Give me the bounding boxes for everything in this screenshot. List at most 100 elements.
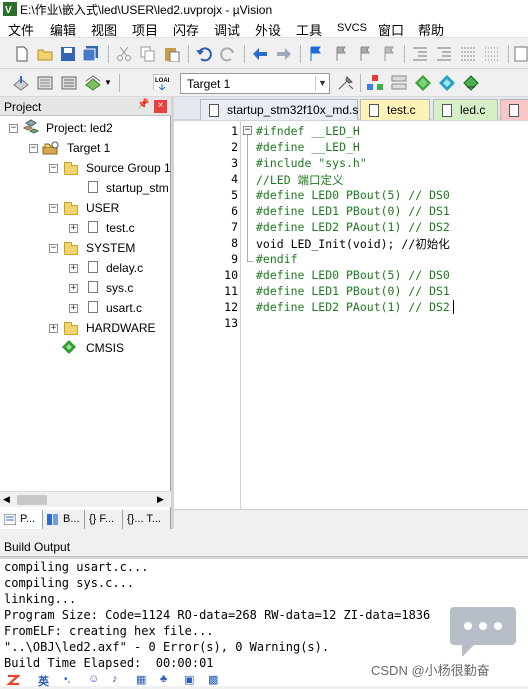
find-file-icon[interactable] (514, 46, 528, 62)
tab-led-h[interactable] (500, 99, 528, 120)
tree-file-startup[interactable]: startup_stm (106, 181, 168, 195)
save-icon[interactable] (60, 46, 76, 62)
editor-hscrollbar[interactable] (174, 509, 528, 529)
emoji-icon[interactable]: ☺ (88, 673, 99, 685)
nav-forward-icon[interactable] (276, 46, 292, 62)
save-all-icon[interactable] (83, 46, 99, 62)
collapse-icon[interactable]: − (49, 204, 58, 213)
new-file-icon[interactable] (14, 46, 30, 62)
open-folder-icon[interactable] (37, 46, 53, 62)
build-icon[interactable] (37, 75, 53, 91)
code-line[interactable]: #define __LED_H (256, 140, 360, 154)
comment-icon[interactable] (460, 46, 476, 62)
tab-startup-file[interactable]: startup_stm32f10x_md.s (200, 99, 358, 120)
tree-group-user[interactable]: USER (86, 201, 119, 215)
tree-group-source[interactable]: Source Group 1 (86, 161, 171, 175)
tree-target[interactable]: Target 1 (67, 141, 110, 155)
close-icon[interactable]: × (154, 100, 167, 113)
menu-help[interactable]: 帮助 (418, 20, 444, 39)
manage-project-items-icon[interactable] (391, 75, 407, 91)
tab-test-c[interactable]: test.c (360, 99, 430, 120)
menu-file[interactable]: 文件 (8, 20, 34, 39)
collapse-icon[interactable]: − (49, 244, 58, 253)
pin-icon[interactable]: 📌 (137, 99, 149, 110)
tree-group-system[interactable]: SYSTEM (86, 241, 135, 255)
fold-toggle-icon[interactable]: − (243, 126, 252, 135)
tab-project[interactable]: P... (0, 510, 43, 529)
menu-flash[interactable]: 闪存 (173, 20, 199, 39)
tree-file-delay-c[interactable]: delay.c (106, 261, 143, 275)
paste-icon[interactable] (164, 46, 180, 62)
menu-edit[interactable]: 编辑 (50, 20, 76, 39)
rebuild-icon[interactable] (61, 75, 77, 91)
menu-project[interactable]: 项目 (132, 20, 158, 39)
runtime-environment-icon[interactable] (463, 75, 479, 91)
redo-icon[interactable] (220, 46, 236, 62)
menu-window[interactable]: 窗口 (378, 20, 404, 39)
code-line[interactable]: void LED_Init(void); //初始化 (256, 236, 450, 252)
expand-icon[interactable]: + (69, 224, 78, 233)
skin-icon[interactable]: ♣ (160, 673, 167, 685)
bookmark-next-icon[interactable] (356, 46, 372, 62)
microphone-icon[interactable]: ♪ (112, 673, 118, 685)
code-line[interactable]: #ifndef __LED_H (256, 124, 360, 138)
tab-books[interactable]: B... (43, 510, 85, 529)
translate-icon[interactable] (13, 75, 29, 91)
project-hscrollbar[interactable]: ◀ ▶ (0, 491, 171, 507)
menu-svcs[interactable]: SVCS (337, 22, 367, 34)
expand-icon[interactable]: + (69, 264, 78, 273)
toolbox-icon[interactable]: ▣ (184, 673, 194, 686)
menu-debug[interactable]: 调试 (214, 20, 240, 39)
collapse-icon[interactable]: − (49, 164, 58, 173)
batch-build-icon[interactable] (85, 75, 101, 91)
code-line[interactable]: #include "sys.h" (256, 156, 367, 170)
unindent-icon[interactable] (436, 46, 452, 62)
grid-menu-icon[interactable]: ▩ (208, 673, 218, 686)
code-line[interactable]: #define LED1 PBout(0) // DS1 (256, 284, 450, 298)
scroll-right-icon[interactable]: ▶ (157, 494, 164, 505)
copy-icon[interactable] (140, 46, 156, 62)
code-line[interactable]: #define LED0 PBout(5) // DS0 (256, 268, 450, 282)
chevron-down-icon[interactable]: ▼ (315, 76, 329, 91)
expand-icon[interactable]: + (69, 304, 78, 313)
indent-icon[interactable] (412, 46, 428, 62)
keyboard-icon[interactable]: ▦ (136, 673, 146, 686)
expand-icon[interactable]: + (49, 324, 58, 333)
code-line[interactable]: #define LED0 PBout(5) // DS0 (256, 188, 450, 202)
collapse-icon[interactable]: − (9, 124, 18, 133)
ime-language[interactable]: 英 (38, 673, 49, 689)
tree-file-sys-c[interactable]: sys.c (106, 281, 133, 295)
code-line[interactable]: #define LED1 PBout(0) // DS1 (256, 204, 450, 218)
tree-group-hardware[interactable]: HARDWARE (86, 321, 156, 335)
scroll-left-icon[interactable]: ◀ (3, 494, 10, 505)
cut-icon[interactable] (116, 46, 132, 62)
tree-file-test-c[interactable]: test.c (106, 221, 135, 235)
download-load-icon[interactable]: LOAD (153, 74, 169, 90)
tree-project-root[interactable]: Project: led2 (46, 121, 113, 135)
tree-file-usart-c[interactable]: usart.c (106, 301, 142, 315)
punctuation-icon[interactable]: •, (64, 674, 70, 685)
tab-templates[interactable]: {}... T... (123, 510, 171, 529)
menu-view[interactable]: 视图 (91, 20, 117, 39)
tree-cmsis[interactable]: CMSIS (86, 341, 124, 355)
pack-installer-icon[interactable] (415, 75, 431, 91)
code-line[interactable]: #define LED2 PAout(1) // DS2 (256, 300, 450, 314)
bookmark-prev-icon[interactable] (332, 46, 348, 62)
menu-peripherals[interactable]: 外设 (255, 20, 281, 39)
code-line[interactable]: //LED 端口定义 (256, 172, 344, 188)
undo-icon[interactable] (196, 46, 212, 62)
tab-functions[interactable]: {} F... (85, 510, 123, 529)
batch-dropdown-arrow-icon[interactable]: ▼ (104, 78, 112, 87)
code-line[interactable]: #endif (256, 252, 298, 266)
uncomment-icon[interactable] (484, 46, 500, 62)
scroll-thumb[interactable] (17, 495, 47, 505)
code-line[interactable]: #define LED2 PAout(1) // DS2 (256, 220, 450, 234)
collapse-icon[interactable]: − (29, 144, 38, 153)
target-options-icon[interactable] (337, 75, 353, 91)
nav-back-icon[interactable] (252, 46, 268, 62)
bookmark-clear-icon[interactable] (380, 46, 396, 62)
select-software-packs-icon[interactable] (439, 75, 455, 91)
tab-led-c[interactable]: led.c (433, 99, 498, 120)
manage-components-icon[interactable] (367, 75, 383, 91)
menu-tools[interactable]: 工具 (296, 20, 322, 39)
